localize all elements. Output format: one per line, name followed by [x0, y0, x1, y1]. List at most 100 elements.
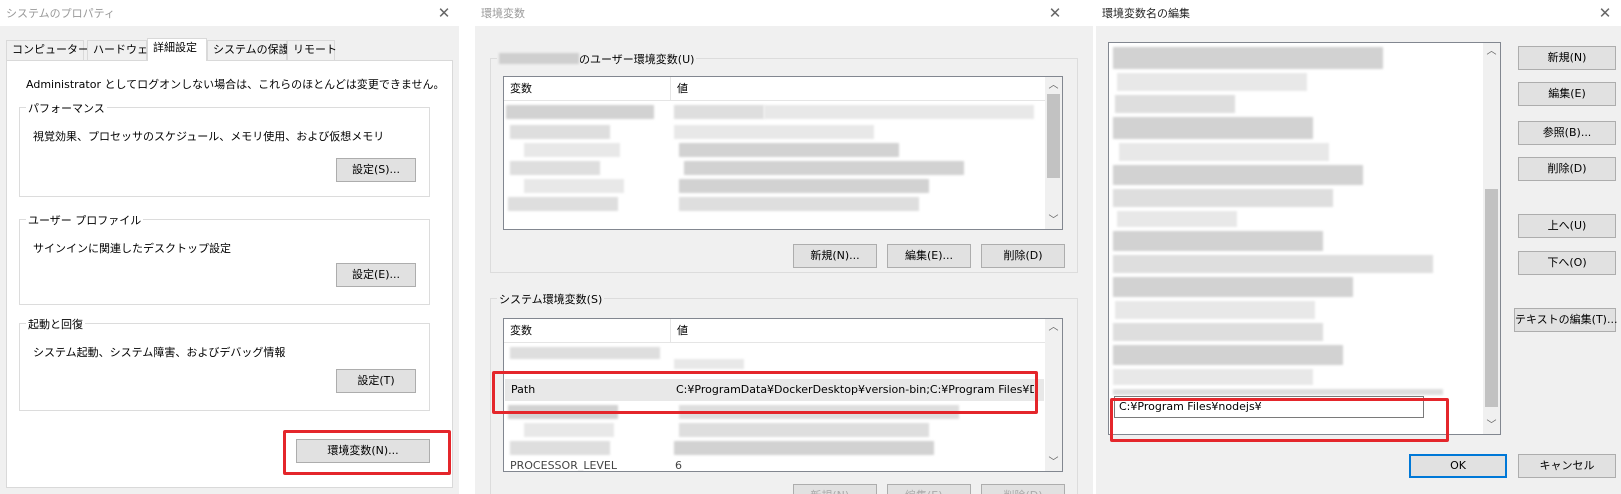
user-edit-button[interactable]: 編集(E)... — [887, 244, 971, 268]
redacted-entry — [1117, 73, 1307, 91]
scroll-down-icon[interactable]: ﹀ — [1045, 212, 1062, 229]
redacted-row — [508, 405, 618, 419]
close-icon[interactable]: ✕ — [434, 3, 454, 23]
redacted-row — [506, 105, 654, 119]
system-edit-button-partial[interactable]: 編集(E)... — [887, 484, 971, 494]
scroll-up-icon[interactable]: ︿ — [1483, 43, 1500, 60]
redacted-row — [524, 423, 614, 437]
user-list-scrollbar[interactable]: ︿ ﹀ — [1045, 77, 1062, 229]
scroll-thumb[interactable] — [1485, 189, 1498, 407]
redacted-row — [510, 347, 660, 359]
startup-recovery-group: 起動と回復 システム起動、システム障害、およびデバッグ情報 設定(T) — [19, 316, 430, 411]
redacted-entry — [1119, 143, 1329, 161]
scroll-up-icon[interactable]: ︿ — [1045, 77, 1062, 94]
environment-variables-button[interactable]: 環境変数(N)... — [296, 439, 430, 463]
redacted-row — [510, 125, 610, 139]
delete-entry-button[interactable]: 削除(D) — [1518, 157, 1616, 181]
scroll-up-icon[interactable]: ︿ — [1045, 319, 1062, 336]
startup-recovery-label: 起動と回復 — [26, 316, 85, 332]
redacted-row — [764, 105, 1034, 119]
edit-entry-button[interactable]: 編集(E) — [1518, 82, 1616, 106]
performance-label: パフォーマンス — [26, 100, 107, 116]
tab-remote[interactable]: リモート — [287, 40, 337, 60]
new-entry-button[interactable]: 新規(N) — [1518, 46, 1616, 70]
tab-system-protection[interactable]: システムの保護 — [207, 40, 290, 60]
redacted-entry — [1113, 165, 1363, 185]
processor-level-name: PROCESSOR_LEVEL — [510, 459, 618, 472]
scroll-down-icon[interactable]: ﹀ — [1045, 454, 1062, 471]
edit-text-button[interactable]: テキストの編集(T)... — [1514, 308, 1617, 332]
path-variable-value: C:¥ProgramData¥DockerDesktop¥version-bin… — [676, 383, 1034, 396]
redacted-row — [679, 179, 929, 193]
user-delete-button[interactable]: 削除(D) — [981, 244, 1065, 268]
system-variables-list[interactable]: 変数 値 Path C:¥ProgramData¥DockerDesktop¥v… — [503, 318, 1063, 472]
dialog-title: 環境変数 — [481, 7, 525, 20]
redacted-row — [679, 423, 929, 437]
startup-recovery-desc: システム起動、システム障害、およびデバッグ情報 — [33, 346, 286, 359]
path-entry-edit-input[interactable]: C:¥Program Files¥nodejs¥ — [1114, 396, 1424, 418]
cancel-button[interactable]: キャンセル — [1518, 454, 1616, 478]
close-icon[interactable]: ✕ — [1045, 3, 1065, 23]
list-header: 変数 値 — [504, 77, 1045, 101]
scroll-down-icon[interactable]: ﹀ — [1483, 417, 1500, 434]
column-variable[interactable]: 変数 — [504, 77, 532, 101]
tab-computer-name[interactable]: コンピューター名 — [6, 40, 100, 60]
system-new-button-partial[interactable]: 新規(N)... — [793, 484, 877, 494]
ok-button[interactable]: OK — [1409, 454, 1507, 478]
processor-level-value: 6 — [675, 459, 682, 472]
browse-button[interactable]: 参照(B)... — [1518, 121, 1616, 145]
redacted-entry — [1113, 369, 1313, 385]
title-bar: 環境変数 ✕ — [475, 0, 1093, 26]
system-properties-dialog: システムのプロパティ ✕ コンピューター名 ハードウェア 詳細設定 システムの保… — [0, 0, 459, 494]
user-profile-group: ユーザー プロファイル サインインに関連したデスクトップ設定 設定(E)... — [19, 212, 430, 305]
user-new-button[interactable]: 新規(N)... — [793, 244, 877, 268]
redacted-row — [684, 161, 964, 175]
redacted-row — [510, 161, 600, 175]
path-variable-name: Path — [511, 383, 536, 396]
table-row-path[interactable]: Path C:¥ProgramData¥DockerDesktop¥versio… — [505, 379, 1044, 401]
redacted-entry — [1113, 255, 1433, 273]
redacted-row — [524, 143, 620, 157]
system-list-scrollbar[interactable]: ︿ ﹀ — [1045, 319, 1062, 471]
tab-advanced[interactable]: 詳細設定 — [147, 38, 207, 61]
system-variables-label: システム環境変数(S) — [497, 291, 605, 307]
redacted-username — [499, 53, 579, 64]
column-value[interactable]: 値 — [671, 77, 688, 101]
redacted-row — [508, 197, 618, 211]
performance-settings-button[interactable]: 設定(S)... — [336, 158, 416, 182]
redacted-row — [510, 441, 610, 455]
user-variables-list[interactable]: 変数 値 ︿ ﹀ — [503, 76, 1063, 230]
redacted-row — [679, 143, 899, 157]
redacted-entry — [1113, 323, 1323, 341]
startup-recovery-settings-button[interactable]: 設定(T) — [336, 369, 416, 393]
column-value[interactable]: 値 — [671, 319, 688, 343]
close-icon[interactable]: ✕ — [1595, 3, 1615, 23]
path-list-scrollbar[interactable]: ︿ ﹀ — [1483, 43, 1500, 434]
redacted-entry — [1113, 277, 1353, 297]
redacted-row — [524, 179, 624, 193]
redacted-entry — [1113, 189, 1333, 207]
admin-note: Administrator としてログオンしない場合は、これらのほとんどは変更で… — [26, 78, 445, 91]
move-down-button[interactable]: 下へ(O) — [1518, 251, 1616, 275]
column-variable[interactable]: 変数 — [504, 319, 532, 343]
partial-row-clip: PROCESSOR_LEVEL 6 — [504, 459, 1044, 472]
path-entries-list[interactable]: C:¥Program Files¥nodejs¥ ︿ ﹀ — [1108, 42, 1501, 435]
user-profile-settings-button[interactable]: 設定(E)... — [336, 263, 416, 287]
move-up-button[interactable]: 上へ(U) — [1518, 214, 1616, 238]
advanced-tab-panel: Administrator としてログオンしない場合は、これらのほとんどは変更で… — [6, 60, 453, 488]
redacted-row — [674, 125, 874, 139]
redacted-row — [674, 105, 764, 119]
redacted-row — [674, 441, 934, 455]
redacted-entry — [1113, 231, 1323, 251]
tab-hardware[interactable]: ハードウェア — [87, 40, 159, 60]
title-bar: システムのプロパティ ✕ — [0, 0, 459, 26]
redacted-row — [679, 197, 919, 211]
redacted-row — [679, 405, 959, 419]
system-delete-button-partial[interactable]: 削除(D) — [981, 484, 1065, 494]
redacted-entry — [1117, 211, 1237, 227]
scroll-thumb[interactable] — [1047, 94, 1060, 178]
dialog-title: システムのプロパティ — [6, 7, 116, 20]
dialog-title: 環境変数名の編集 — [1102, 7, 1190, 20]
redacted-entry — [1115, 95, 1235, 113]
list-header: 変数 値 — [504, 319, 1045, 343]
